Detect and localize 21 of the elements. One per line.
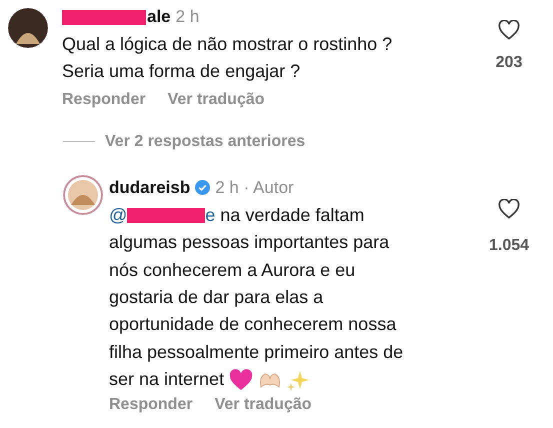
view-replies-link[interactable]: Ver 2 respostas anteriores [105,132,306,151]
avatar [63,174,103,215]
username[interactable]: ale [147,6,171,28]
like-count: 1.054 [488,236,530,255]
username[interactable]: dudareisb [109,176,190,199]
reply-link[interactable]: Responder [109,396,193,414]
comment-meta: 2 h · Autor [215,176,294,199]
comment-text: ser na internet [109,368,224,392]
comment-text: na verdade faltam [220,204,364,227]
comment-time: 2 h [176,6,200,28]
reply-link[interactable]: Responder [62,90,146,109]
heart-icon[interactable] [498,20,520,40]
heart-emoji-icon [229,368,254,391]
heart-icon[interactable] [498,198,520,219]
avatar [8,8,48,48]
like-count: 203 [496,54,522,72]
mention-link[interactable]: @ [109,202,128,230]
comment-text: Qual a lógica de não mostrar o rostinho ? Seria uma forma de engajar ? [62,33,394,84]
mention-link[interactable]: e [205,202,216,230]
translate-link[interactable]: Ver tradução [214,396,312,414]
translate-link[interactable]: Ver tradução [168,90,265,109]
